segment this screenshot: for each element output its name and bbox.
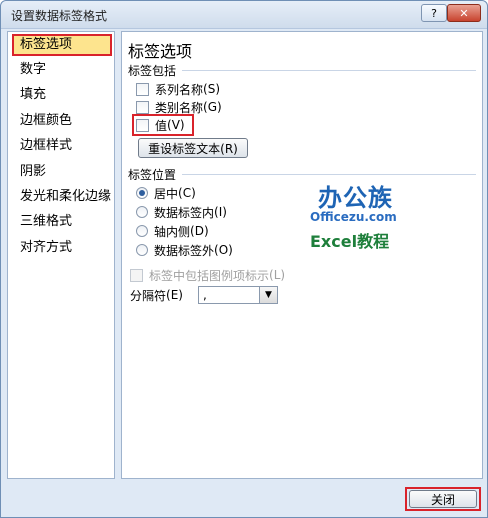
- separator-label: 分隔符: [130, 288, 167, 303]
- series-name-checkbox-row[interactable]: 系列名称 (S): [136, 80, 220, 98]
- nav-item-border-color[interactable]: 边框颜色: [14, 110, 114, 132]
- separator-select[interactable]: , ▼: [198, 286, 278, 304]
- nav-item-fill[interactable]: 填充: [14, 84, 114, 106]
- outside-end-radio[interactable]: [136, 244, 148, 256]
- position-option-label: 数据标签内: [154, 205, 215, 220]
- label-position-heading: 标签位置: [128, 168, 177, 182]
- help-icon: ?: [431, 6, 437, 20]
- nav-item-glow-soft-edges[interactable]: 发光和柔化边缘: [14, 186, 114, 208]
- include-legend-key-label: 标签中包括图例项标示: [149, 268, 270, 283]
- series-name-label: 系列名称: [155, 82, 204, 97]
- nav-item-shadow[interactable]: 阴影: [14, 161, 114, 183]
- officezu-url: Officezu.com: [310, 210, 397, 224]
- separator-row: 分隔符 (E): [130, 286, 183, 304]
- include-legend-key-key: (L): [269, 268, 286, 282]
- label-contains-heading: 标签包括: [128, 64, 177, 78]
- label-options-panel: 标签选项 标签包括 系列名称 (S) 类别名称 (G) 值 (V) 重设标签文本…: [121, 31, 483, 479]
- window-close-button[interactable]: ✕: [447, 4, 481, 22]
- help-button[interactable]: ?: [421, 4, 447, 22]
- nav-item-3d-format[interactable]: 三维格式: [14, 211, 114, 233]
- include-legend-key-checkbox[interactable]: [130, 268, 143, 282]
- position-option-label: 居中: [154, 186, 179, 201]
- close-button[interactable]: 关闭: [409, 490, 477, 508]
- position-option-label: 轴内侧: [154, 224, 191, 239]
- inside-end-radio[interactable]: [136, 206, 148, 218]
- nav-item-label-options[interactable]: 标签选项: [12, 34, 112, 56]
- chevron-down-icon[interactable]: ▼: [259, 287, 277, 303]
- position-option-center[interactable]: 居中 (C): [136, 184, 196, 202]
- position-option-key: (D): [190, 224, 209, 238]
- format-data-labels-dialog: 设置数据标签格式 ? ✕ 标签选项 数字 填充 边框颜色 边框样式 阴影 发光和…: [0, 0, 488, 518]
- category-name-label: 类别名称: [155, 100, 204, 115]
- category-nav: 标签选项 数字 填充 边框颜色 边框样式 阴影 发光和柔化边缘 三维格式 对齐方…: [7, 31, 115, 479]
- position-option-inside-base[interactable]: 轴内侧 (D): [136, 222, 209, 240]
- dialog-title: 设置数据标签格式: [11, 9, 108, 23]
- include-legend-key-row[interactable]: 标签中包括图例项标示 (L): [130, 266, 285, 284]
- section-divider: [182, 70, 476, 71]
- position-option-inside-end[interactable]: 数据标签内 (I): [136, 203, 227, 221]
- series-name-key: (S): [203, 82, 220, 96]
- separator-value: ,: [203, 288, 207, 302]
- nav-item-alignment[interactable]: 对齐方式: [14, 237, 114, 259]
- value-checkbox-row[interactable]: 值 (V): [136, 116, 185, 134]
- center-radio[interactable]: [136, 187, 148, 199]
- position-option-key: (O): [214, 243, 233, 257]
- separator-key: (E): [166, 288, 183, 302]
- inside-base-radio[interactable]: [136, 225, 148, 237]
- panel-title: 标签选项: [128, 42, 193, 61]
- position-option-key: (C): [178, 186, 196, 200]
- value-key: (V): [167, 118, 185, 132]
- category-name-checkbox[interactable]: [136, 100, 149, 114]
- reset-label-text-button[interactable]: 重设标签文本(R): [138, 138, 248, 158]
- value-checkbox[interactable]: [136, 118, 149, 132]
- category-name-key: (G): [203, 100, 222, 114]
- section-divider: [182, 174, 476, 175]
- nav-item-border-style[interactable]: 边框样式: [14, 135, 114, 157]
- position-option-outside-end[interactable]: 数据标签外 (O): [136, 241, 233, 259]
- nav-item-number[interactable]: 数字: [14, 59, 114, 81]
- excel-tutorial-logo: Excel教程: [310, 232, 390, 251]
- value-label: 值: [155, 118, 168, 133]
- position-option-key: (I): [214, 205, 227, 219]
- series-name-checkbox[interactable]: [136, 82, 149, 96]
- dialog-content: 标签选项 数字 填充 边框颜色 边框样式 阴影 发光和柔化边缘 三维格式 对齐方…: [7, 31, 483, 513]
- position-option-label: 数据标签外: [154, 243, 215, 258]
- close-icon: ✕: [459, 6, 469, 20]
- officezu-logo: 办公族: [318, 184, 393, 212]
- title-bar: 设置数据标签格式 ? ✕: [1, 1, 487, 29]
